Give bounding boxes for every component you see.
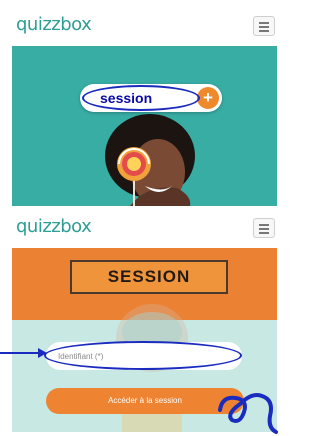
hero-photo — [105, 114, 195, 206]
app-header: quizzbox — [12, 210, 277, 248]
menu-button[interactable] — [253, 16, 275, 36]
screen-session: quizzbox SESSION Accéder à la session — [12, 210, 277, 432]
hero-banner: session + — [12, 46, 277, 206]
app-header: quizzbox — [12, 8, 277, 46]
access-session-button[interactable]: Accéder à la session — [46, 388, 244, 414]
hamburger-icon — [259, 224, 269, 226]
session-title: SESSION — [70, 260, 228, 294]
session-pill[interactable]: session + — [80, 84, 222, 112]
brand-logo[interactable]: quizzbox — [16, 216, 92, 237]
screen-home: quizzbox session + — [12, 8, 277, 206]
identifier-input[interactable] — [46, 342, 242, 370]
session-panel: SESSION Accéder à la session — [12, 248, 277, 432]
brand-logo[interactable]: quizzbox — [16, 14, 92, 35]
annotation-circle — [82, 85, 200, 111]
hamburger-icon — [259, 22, 269, 24]
plus-icon[interactable]: + — [197, 87, 219, 109]
menu-button[interactable] — [253, 218, 275, 238]
